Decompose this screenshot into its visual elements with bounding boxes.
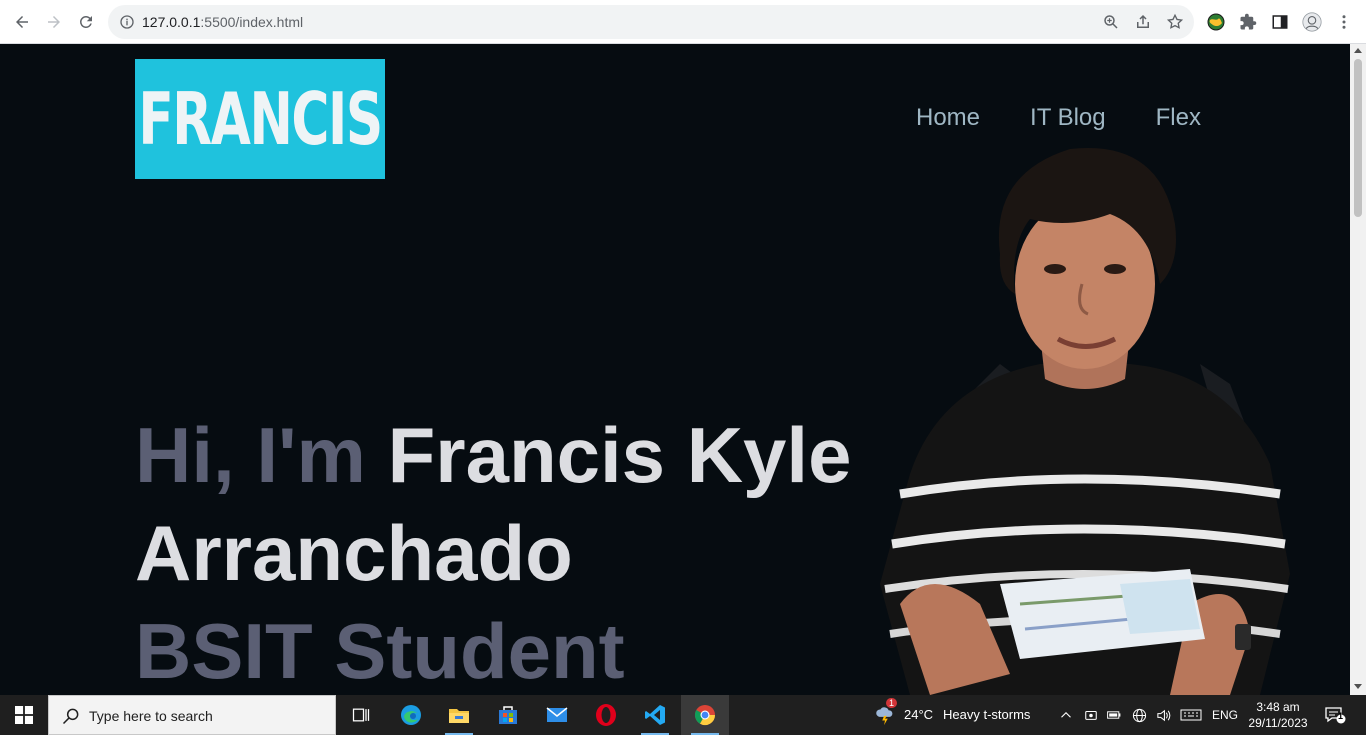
hero-greeting: Hi, I'm [135,411,388,499]
clock-time: 3:48 am [1256,700,1300,714]
extension-globe-icon[interactable] [1206,12,1226,32]
opera-icon [596,704,616,726]
side-panel-icon[interactable] [1270,12,1290,32]
nav-link-flex[interactable]: Flex [1156,104,1201,132]
weather-temperature[interactable]: 24°C [904,707,933,722]
nav-link-home[interactable]: Home [916,104,980,132]
task-view-button[interactable] [337,695,385,735]
volume-icon[interactable] [1154,705,1172,725]
battery-icon[interactable] [1105,705,1123,725]
input-language[interactable]: ENG [1212,708,1238,722]
taskbar-opera[interactable] [582,695,630,735]
hero-line-1: Hi, I'm Francis Kyle [135,406,851,504]
keyboard-icon[interactable] [1180,705,1202,725]
taskbar-mail[interactable] [533,695,581,735]
profile-avatar-icon[interactable] [1302,12,1322,32]
forward-button[interactable] [42,10,66,34]
info-icon[interactable] [119,14,135,30]
browser-toolbar: 127.0.0.1:5500/index.html [0,0,1366,44]
reload-icon [79,15,92,28]
meet-now-icon[interactable] [1082,705,1100,725]
taskbar-edge[interactable] [387,695,435,735]
page-viewport: FRANCIS Home IT Blog Flex Hi, I'm Franci… [0,44,1350,695]
windows-taskbar: Type here to search 1 24°C Heavy t-storm… [0,695,1366,735]
bookmark-star-icon[interactable] [1166,13,1184,31]
hero-role: BSIT Student [135,607,625,695]
arrow-right-icon [48,16,60,28]
address-bar[interactable]: 127.0.0.1:5500/index.html [108,5,1194,39]
folder-icon [449,709,469,723]
site-navigation: Home IT Blog Flex [916,104,1201,132]
weather-widget[interactable] [874,705,896,726]
search-icon [62,708,79,725]
nav-link-it-blog[interactable]: IT Blog [1030,104,1106,132]
task-view-icon [352,708,370,722]
taskbar-chrome[interactable] [681,695,729,735]
hero-name-last: Arranchado [135,509,573,597]
scroll-up-arrow-icon[interactable] [1354,48,1362,53]
logo-text: FRANCIS [138,77,383,161]
store-icon [499,706,517,724]
more-menu-icon[interactable] [1334,12,1354,32]
reload-button[interactable] [74,10,98,34]
taskbar-file-explorer[interactable] [435,695,483,735]
profile-photo [880,147,1290,695]
url-text: 127.0.0.1:5500/index.html [142,14,304,30]
taskbar-clock[interactable]: 3:48 am 29/11/2023 [1244,699,1312,731]
weather-description[interactable]: Heavy t-storms [943,707,1030,722]
taskbar-search-box[interactable]: Type here to search [48,695,336,735]
scroll-down-arrow-icon[interactable] [1354,684,1362,689]
mail-icon [546,707,568,722]
extensions-puzzle-icon[interactable] [1238,12,1258,32]
scroll-thumb[interactable] [1354,59,1362,217]
start-button[interactable] [0,695,48,735]
arrow-left-icon [16,16,28,28]
taskbar-vscode[interactable] [631,695,679,735]
notification-count-badge: 1 [1338,711,1344,721]
weather-alert-badge: 1 [886,698,898,708]
edge-icon [401,705,421,725]
network-globe-icon[interactable] [1130,705,1148,725]
share-icon[interactable] [1134,13,1152,31]
hero-name-first: Francis Kyle [387,411,852,499]
show-hidden-icons-chevron-up-icon[interactable] [1057,705,1075,725]
back-button[interactable] [10,10,34,34]
taskbar-store[interactable] [484,695,532,735]
zoom-icon[interactable] [1102,13,1120,31]
vscode-icon [645,705,665,725]
site-logo[interactable]: FRANCIS [135,59,385,179]
page-scrollbar[interactable] [1350,44,1366,695]
search-placeholder: Type here to search [89,708,213,724]
clock-date: 29/11/2023 [1248,716,1308,730]
chrome-icon [694,705,716,726]
windows-logo-icon [15,706,33,724]
hero-heading: Hi, I'm Francis Kyle Arranchado BSIT Stu… [135,406,851,695]
